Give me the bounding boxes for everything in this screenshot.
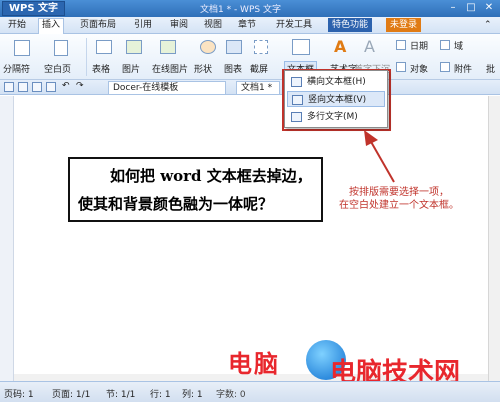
ribbon-separator xyxy=(86,38,87,76)
horizontal-textbox-label: 横向文本框(H) xyxy=(307,77,366,87)
minimize-button[interactable]: – xyxy=(446,1,460,14)
annotation-line-2: 在空白处建立一个文本框。 xyxy=(339,200,459,211)
chart-icon xyxy=(226,40,242,54)
ribbon-toggle-icon[interactable]: ⌃ xyxy=(484,19,492,32)
wordart-icon: A xyxy=(334,37,347,56)
vertical-textbox-icon xyxy=(292,95,303,105)
close-button[interactable]: ✕ xyxy=(482,1,496,14)
status-section: 节: 1/1 xyxy=(106,390,136,400)
print-icon[interactable] xyxy=(32,82,42,92)
horizontal-textbox-icon xyxy=(291,77,302,87)
object-button[interactable]: 对象 xyxy=(410,62,428,75)
table-icon xyxy=(96,40,112,54)
save-icon[interactable] xyxy=(18,82,28,92)
open-icon[interactable] xyxy=(4,82,14,92)
menu-chapter[interactable]: 章节 xyxy=(238,19,256,32)
textbox-icon xyxy=(292,39,310,55)
online-picture-icon xyxy=(160,40,176,54)
vertical-textbox-label: 竖向文本框(V) xyxy=(308,95,367,105)
preview-icon[interactable] xyxy=(46,82,56,92)
menu-developer[interactable]: 开发工具 xyxy=(276,19,312,32)
section-break-icon xyxy=(14,40,30,56)
dropcap-icon: A xyxy=(364,37,375,56)
redo-icon[interactable]: ↷ xyxy=(76,81,84,91)
textbox-dropdown-menu: 横向文本框(H) 竖向文本框(V) 多行文字(M) xyxy=(284,70,388,128)
title-bar: WPS 文字 文档1 * - WPS 文字 – □ ✕ xyxy=(0,0,500,17)
maximize-button[interactable]: □ xyxy=(464,1,478,14)
menu-view[interactable]: 视图 xyxy=(204,19,222,32)
shape-icon xyxy=(200,40,216,54)
blank-page-button[interactable]: 空白页 xyxy=(44,62,71,75)
section-break-button[interactable]: 分隔符 xyxy=(3,62,30,75)
menu-bar: 开始 插入 页面布局 引用 审阅 视图 章节 开发工具 特色功能 未登录 ⌃ xyxy=(0,17,500,34)
textbox-line-1: 如何把 word 文本框去掉边， xyxy=(110,167,312,185)
sample-textbox[interactable]: 如何把 word 文本框去掉边， 使其和背景颜色融为一体呢？ xyxy=(68,157,323,222)
attachment-button[interactable]: 附件 xyxy=(454,62,472,75)
picture-button[interactable]: 图片 xyxy=(122,62,140,75)
table-button[interactable]: 表格 xyxy=(92,62,110,75)
annotation-text: 按排版需要选择一项， 在空白处建立一个文本框。 xyxy=(314,186,484,212)
watermark-left: 电脑 xyxy=(228,344,280,379)
menu-special-features[interactable]: 特色功能 xyxy=(328,18,373,32)
menu-item-horizontal-textbox[interactable]: 横向文本框(H) xyxy=(287,74,385,90)
screenshot-button[interactable]: 截屏 xyxy=(250,62,268,75)
tab-document1[interactable]: 文档1 * xyxy=(236,81,280,95)
chart-button[interactable]: 图表 xyxy=(224,62,242,75)
menu-home[interactable]: 开始 xyxy=(8,19,26,32)
login-badge[interactable]: 未登录 xyxy=(386,18,422,32)
more-button[interactable]: 批 xyxy=(486,62,495,75)
status-pages: 页面: 1/1 xyxy=(52,390,91,400)
shape-button[interactable]: 形状 xyxy=(194,62,212,75)
attachment-icon xyxy=(440,62,450,72)
insert-ribbon: 分隔符 空白页 表格 图片 在线图片 形状 图表 截屏 文本框 A 艺术字 A … xyxy=(0,34,500,80)
object-icon xyxy=(396,62,406,72)
document-tab-strip: ↶ ↷ Docer-在线模板 文档1 * xyxy=(0,80,500,95)
field-icon xyxy=(440,40,450,50)
vertical-ruler xyxy=(0,96,14,381)
picture-icon xyxy=(126,40,142,54)
vertical-scrollbar[interactable] xyxy=(488,96,500,381)
screenshot-icon xyxy=(254,40,268,54)
textbox-line-2: 使其和背景颜色融为一体呢？ xyxy=(78,195,274,213)
menu-references[interactable]: 引用 xyxy=(134,19,152,32)
window-title: 文档1 * - WPS 文字 xyxy=(200,5,281,15)
menu-item-vertical-textbox[interactable]: 竖向文本框(V) xyxy=(287,91,385,107)
wps-menu-button[interactable]: WPS 文字 xyxy=(2,1,66,16)
menu-page-layout[interactable]: 页面布局 xyxy=(80,19,116,32)
menu-insert[interactable]: 插入 xyxy=(38,18,65,34)
menu-review[interactable]: 审阅 xyxy=(170,19,188,32)
undo-icon[interactable]: ↶ xyxy=(62,81,70,91)
annotation-arrow xyxy=(364,130,395,183)
multiline-text-label: 多行文字(M) xyxy=(307,112,358,122)
status-column: 列: 1 xyxy=(182,390,203,400)
date-button[interactable]: 日期 xyxy=(410,39,428,52)
status-wordcount: 字数: 0 xyxy=(216,390,246,400)
status-bar: 页码: 1 页面: 1/1 节: 1/1 行: 1 列: 1 字数: 0 xyxy=(0,381,500,402)
multiline-text-icon xyxy=(291,112,302,122)
menu-item-multiline-text[interactable]: 多行文字(M) xyxy=(287,109,385,125)
status-page: 页码: 1 xyxy=(4,390,34,400)
document-canvas[interactable] xyxy=(0,96,488,381)
status-line: 行: 1 xyxy=(150,390,171,400)
field-button[interactable]: 域 xyxy=(454,39,463,52)
online-picture-button[interactable]: 在线图片 xyxy=(152,62,188,75)
watermark-left-line-1: 电脑 xyxy=(228,350,280,378)
blank-page-icon xyxy=(54,40,68,56)
annotation-line-1: 按排版需要选择一项， xyxy=(349,187,449,198)
date-icon xyxy=(396,40,406,50)
tab-docer[interactable]: Docer-在线模板 xyxy=(108,81,226,95)
